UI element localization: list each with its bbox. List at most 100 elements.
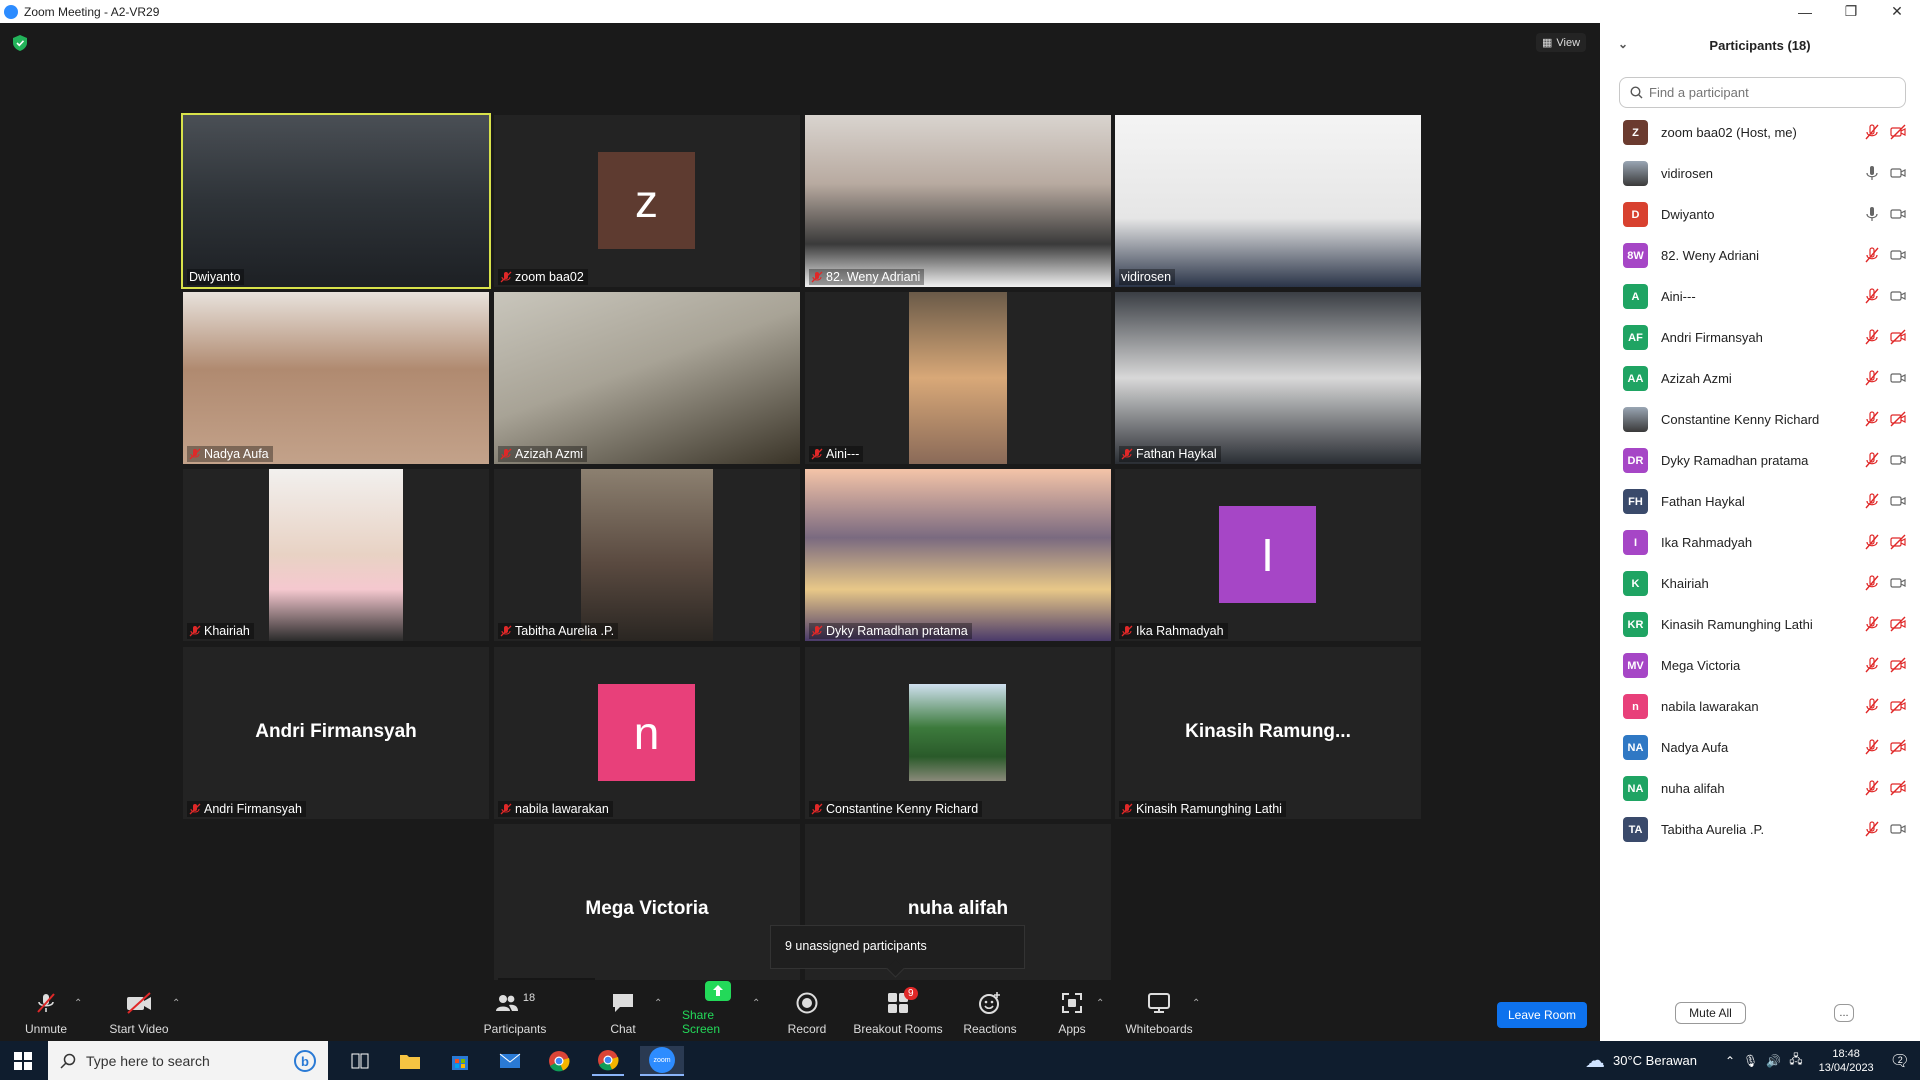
audio-options-caret[interactable]: ⌃ xyxy=(74,998,82,1009)
mic-muted-icon[interactable] xyxy=(1864,698,1880,714)
participant-row[interactable]: DR Dyky Ramadhan pratama xyxy=(1600,440,1920,481)
mic-muted-icon[interactable] xyxy=(1864,616,1880,632)
participant-row[interactable]: FH Fathan Haykal xyxy=(1600,481,1920,522)
video-tile[interactable]: nuha alifah xyxy=(805,824,1111,996)
participant-row[interactable]: K Khairiah xyxy=(1600,563,1920,604)
restore-button[interactable]: ❐ xyxy=(1828,0,1874,23)
video-tile[interactable]: Khairiah xyxy=(183,469,489,641)
task-view-icon[interactable] xyxy=(344,1046,376,1076)
tray-chevron-icon[interactable]: ⌃ xyxy=(1725,1054,1735,1068)
video-tile[interactable]: Andri Firmansyah Andri Firmansyah xyxy=(183,647,489,819)
video-off-icon[interactable] xyxy=(1890,739,1906,755)
video-icon[interactable] xyxy=(1890,288,1906,304)
whiteboards-options-caret[interactable]: ⌃ xyxy=(1192,998,1200,1009)
participant-row[interactable]: MV Mega Victoria xyxy=(1600,645,1920,686)
participant-row[interactable]: n nabila lawarakan xyxy=(1600,686,1920,727)
participant-row[interactable]: D Dwiyanto xyxy=(1600,194,1920,235)
chrome-icon[interactable] xyxy=(543,1046,575,1076)
mic-muted-icon[interactable] xyxy=(1864,780,1880,796)
video-icon[interactable] xyxy=(1890,206,1906,222)
video-options-caret[interactable]: ⌃ xyxy=(172,998,180,1009)
video-tile[interactable]: z zoom baa02 xyxy=(494,115,800,287)
video-tile[interactable]: Aini--- xyxy=(805,292,1111,464)
whiteboards-button[interactable]: Whiteboards xyxy=(1124,980,1194,1042)
start-video-button[interactable]: Start Video xyxy=(107,980,171,1042)
participant-row[interactable]: Zzoom baa02 (Host, me) xyxy=(1600,112,1920,153)
mic-muted-icon[interactable] xyxy=(1864,739,1880,755)
participant-row[interactable]: A Aini--- xyxy=(1600,276,1920,317)
clock[interactable]: 18:48 13/04/2023 xyxy=(1819,1047,1874,1075)
mic-muted-icon[interactable] xyxy=(1864,493,1880,509)
video-tile[interactable]: Mega VictoriaMega Victoria xyxy=(494,824,800,996)
participant-row[interactable]: 8W 82. Weny Adriani xyxy=(1600,235,1920,276)
mic-icon[interactable] xyxy=(1864,206,1880,222)
windows-start-icon[interactable] xyxy=(14,1052,32,1073)
speaker-icon[interactable]: 🔊 xyxy=(1766,1054,1781,1068)
file-explorer-icon[interactable] xyxy=(394,1046,426,1076)
participant-row[interactable]: NA nuha alifah xyxy=(1600,768,1920,809)
mic-muted-icon[interactable] xyxy=(1864,124,1880,140)
mic-muted-icon[interactable] xyxy=(1864,657,1880,673)
participant-row[interactable]: NA Nadya Aufa xyxy=(1600,727,1920,768)
store-icon[interactable] xyxy=(444,1046,476,1076)
mute-all-button[interactable]: Mute All xyxy=(1675,1002,1746,1024)
mail-icon[interactable] xyxy=(494,1046,526,1076)
mic-muted-icon[interactable] xyxy=(1864,247,1880,263)
video-tile[interactable]: Nadya Aufa xyxy=(183,292,489,464)
more-options-button[interactable]: ... xyxy=(1834,1004,1854,1022)
participant-row[interactable]: Constantine Kenny Richard xyxy=(1600,399,1920,440)
chrome-profile-icon[interactable] xyxy=(592,1046,624,1076)
view-button[interactable]: ▦ View xyxy=(1536,33,1587,52)
zoom-taskbar-icon[interactable]: zoom xyxy=(640,1046,684,1076)
video-off-icon[interactable] xyxy=(1890,616,1906,632)
chat-options-caret[interactable]: ⌃ xyxy=(654,998,662,1009)
leave-room-button[interactable]: Leave Room xyxy=(1497,1002,1587,1028)
mic-muted-icon[interactable] xyxy=(1864,411,1880,427)
share-screen-button[interactable]: Share Screen xyxy=(682,980,754,1042)
video-icon[interactable] xyxy=(1890,821,1906,837)
video-tile[interactable]: Dyky Ramadhan pratama xyxy=(805,469,1111,641)
participant-search[interactable] xyxy=(1619,77,1906,108)
participant-row[interactable]: AA Azizah Azmi xyxy=(1600,358,1920,399)
participant-row[interactable]: KR Kinasih Ramunghing Lathi xyxy=(1600,604,1920,645)
video-tile[interactable]: n nabila lawarakan xyxy=(494,647,800,819)
video-tile[interactable]: Tabitha Aurelia .P. xyxy=(494,469,800,641)
search-input[interactable] xyxy=(1649,85,1879,100)
participant-row[interactable]: AF Andri Firmansyah xyxy=(1600,317,1920,358)
security-shield-icon[interactable] xyxy=(13,35,27,51)
video-tile[interactable]: Azizah Azmi xyxy=(494,292,800,464)
mic-muted-icon[interactable] xyxy=(1864,288,1880,304)
mic-muted-icon[interactable] xyxy=(1864,575,1880,591)
video-icon[interactable] xyxy=(1890,165,1906,181)
mic-muted-icon[interactable] xyxy=(1864,821,1880,837)
video-icon[interactable] xyxy=(1890,575,1906,591)
notifications-icon[interactable]: 🗨 2 xyxy=(1890,1051,1910,1071)
participant-row[interactable]: I Ika Rahmadyah xyxy=(1600,522,1920,563)
mic-muted-icon[interactable] xyxy=(1864,452,1880,468)
video-tile[interactable]: Fathan Haykal xyxy=(1115,292,1421,464)
video-tile[interactable]: 82. Weny Adriani xyxy=(805,115,1111,287)
video-tile[interactable]: Constantine Kenny Richard xyxy=(805,647,1111,819)
mic-muted-icon[interactable] xyxy=(1864,329,1880,345)
taskbar-search[interactable]: Type here to search b xyxy=(48,1041,328,1080)
bing-icon[interactable]: b xyxy=(294,1050,316,1072)
record-button[interactable]: Record xyxy=(786,980,828,1042)
video-icon[interactable] xyxy=(1890,493,1906,509)
video-off-icon[interactable] xyxy=(1890,698,1906,714)
video-icon[interactable] xyxy=(1890,370,1906,386)
mic-muted-icon[interactable] xyxy=(1864,370,1880,386)
close-window-button[interactable]: ✕ xyxy=(1874,0,1920,23)
video-tile[interactable]: Kinasih Ramung... Kinasih Ramunghing Lath… xyxy=(1115,647,1421,819)
mic-muted-icon[interactable] xyxy=(1864,534,1880,550)
video-tile[interactable]: vidirosen xyxy=(1115,115,1421,287)
video-off-icon[interactable] xyxy=(1890,657,1906,673)
apps-options-caret[interactable]: ⌃ xyxy=(1096,998,1104,1009)
video-tile[interactable]: I Ika Rahmadyah xyxy=(1115,469,1421,641)
apps-button[interactable]: Apps xyxy=(1055,980,1089,1042)
weather-text[interactable]: 30°C Berawan xyxy=(1613,1053,1697,1068)
unmute-button[interactable]: Unmute xyxy=(18,980,74,1042)
video-icon[interactable] xyxy=(1890,247,1906,263)
reactions-button[interactable]: Reactions xyxy=(963,980,1017,1042)
video-off-icon[interactable] xyxy=(1890,780,1906,796)
video-icon[interactable] xyxy=(1890,452,1906,468)
